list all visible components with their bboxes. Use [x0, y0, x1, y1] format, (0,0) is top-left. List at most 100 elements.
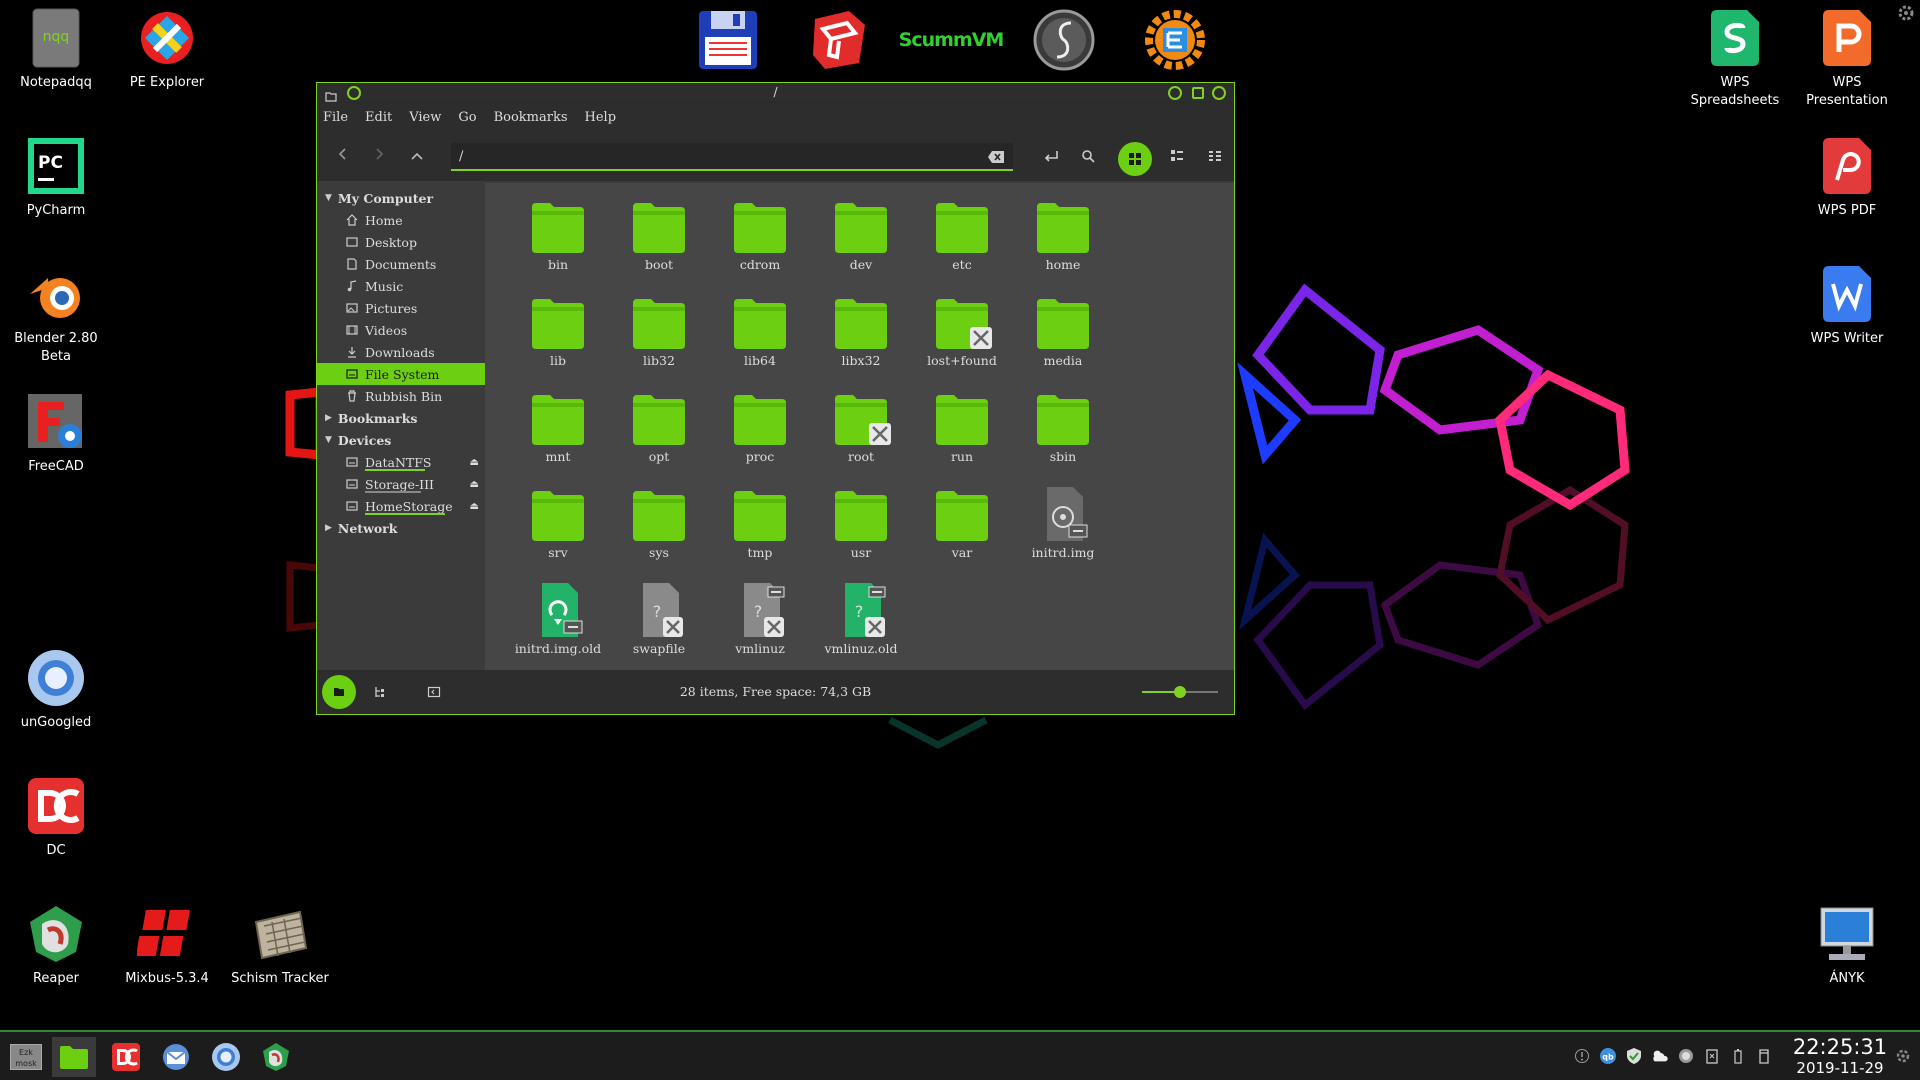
file-item[interactable]: opt — [604, 383, 714, 475]
tray-shield-icon[interactable] — [1625, 1047, 1643, 1065]
file-item[interactable]: media — [1008, 287, 1118, 379]
file-item[interactable]: ? vmlinuz — [705, 575, 815, 667]
sidebar-item-desktop[interactable]: Desktop — [317, 231, 485, 253]
desktop-icon-freecad[interactable]: FreeCAD — [0, 392, 112, 476]
close-button[interactable] — [1212, 86, 1226, 100]
dock-floppy-app[interactable] — [693, 5, 763, 75]
file-item[interactable]: sbin — [1008, 383, 1118, 475]
menu-help[interactable]: Help — [585, 110, 617, 125]
file-item[interactable]: var — [907, 479, 1017, 571]
desktop-icon-schism-tracker[interactable]: Schism Tracker — [224, 904, 336, 988]
sidebar-item-music[interactable]: Music — [317, 275, 485, 297]
file-item[interactable]: boot — [604, 191, 714, 283]
zoom-slider-handle[interactable] — [1174, 686, 1186, 698]
eject-icon[interactable]: ⏏ — [470, 457, 479, 468]
desktop-icon-anyk[interactable]: ÁNYK — [1791, 904, 1903, 988]
file-item[interactable]: initrd.img.old — [503, 575, 613, 667]
taskbar-app-double-commander[interactable] — [104, 1037, 148, 1077]
file-item[interactable]: lib — [503, 287, 613, 379]
sidebar-item-home[interactable]: Home — [317, 209, 485, 231]
file-item[interactable]: run — [907, 383, 1017, 475]
taskbar-settings-button[interactable] — [1894, 1047, 1912, 1065]
desktop-icon-mixbus[interactable]: Mixbus-5.3.4 — [111, 904, 223, 988]
sidebar-item-rubbish-bin[interactable]: Rubbish Bin — [317, 385, 485, 407]
file-item[interactable]: dev — [806, 191, 916, 283]
maximize-button[interactable] — [1192, 87, 1204, 99]
window-titlebar[interactable]: / — [317, 83, 1234, 103]
file-item[interactable]: root — [806, 383, 916, 475]
desktop-icon-blender[interactable]: Blender 2.80 Beta — [0, 264, 112, 366]
file-item[interactable]: cdrom — [705, 191, 815, 283]
sidebar-section-my-computer[interactable]: ▼ My Computer — [317, 187, 485, 209]
menu-bookmarks[interactable]: Bookmarks — [494, 110, 568, 125]
taskbar-app-reaper[interactable] — [254, 1037, 298, 1077]
file-item[interactable]: home — [1008, 191, 1118, 283]
file-item[interactable]: proc — [705, 383, 815, 475]
desktop-icon-wps-presentation[interactable]: WPS Presentation — [1791, 8, 1903, 110]
tray-network-icon[interactable] — [1677, 1047, 1695, 1065]
menu-edit[interactable]: Edit — [365, 110, 392, 125]
dock-scummvm-app[interactable]: ScummVM — [899, 5, 1005, 75]
sidebar-device-datantfs[interactable]: DataNTFS ⏏ — [317, 451, 485, 473]
file-item[interactable]: sys — [604, 479, 714, 571]
tray-info-icon[interactable] — [1573, 1047, 1591, 1065]
file-item[interactable]: ? swapfile — [604, 575, 714, 667]
sidebar-device-homestorage[interactable]: HomeStorage ⏏ — [317, 495, 485, 517]
sidebar-section-bookmarks[interactable]: ▶ Bookmarks — [317, 407, 485, 429]
file-item[interactable]: tmp — [705, 479, 815, 571]
sidebar-item-downloads[interactable]: Downloads — [317, 341, 485, 363]
compact-view-button[interactable] — [1204, 145, 1226, 167]
show-desktop-button[interactable]: Ezk mosk — [4, 1037, 48, 1077]
file-item[interactable]: lib64 — [705, 287, 815, 379]
desktop-icon-dc[interactable]: DC — [0, 776, 112, 860]
eject-icon[interactable]: ⏏ — [470, 479, 479, 490]
sidebar-item-pictures[interactable]: Pictures — [317, 297, 485, 319]
toggle-location-button[interactable] — [1040, 145, 1062, 167]
menu-file[interactable]: File — [323, 110, 348, 125]
file-item[interactable]: bin — [503, 191, 613, 283]
tray-clipboard-icon[interactable] — [1703, 1047, 1721, 1065]
taskbar-app-ungoogled[interactable] — [204, 1037, 248, 1077]
desktop-icon-wps-pdf[interactable]: WPS PDF — [1791, 136, 1903, 220]
minimize-button[interactable] — [1168, 86, 1182, 100]
sidebar-section-devices[interactable]: ▼ Devices — [317, 429, 485, 451]
taskbar-app-mail[interactable] — [154, 1037, 198, 1077]
file-item[interactable]: initrd.img — [1008, 479, 1118, 571]
sidebar-device-storage-iii[interactable]: Storage-III ⏏ — [317, 473, 485, 495]
desktop-icon-reaper[interactable]: Reaper — [0, 904, 112, 988]
file-item[interactable]: lib32 — [604, 287, 714, 379]
dock-script-app[interactable] — [1029, 5, 1099, 75]
tray-qbittorrent-icon[interactable]: qb — [1599, 1047, 1617, 1065]
file-item[interactable]: libx32 — [806, 287, 916, 379]
file-item[interactable]: lost+found — [907, 287, 1017, 379]
desktop-icon-notepadqq[interactable]: nqq Notepadqq — [0, 8, 112, 92]
file-item[interactable]: usr — [806, 479, 916, 571]
tray-storage-icon[interactable] — [1755, 1047, 1773, 1065]
file-item[interactable]: srv — [503, 479, 613, 571]
forward-button[interactable] — [369, 145, 391, 167]
desktop-icon-wps-spreadsheets[interactable]: WPS Spreadsheets — [1679, 8, 1791, 110]
desktop-settings-button[interactable] — [1897, 4, 1917, 24]
menu-go[interactable]: Go — [458, 110, 476, 125]
sidebar-section-network[interactable]: ▶ Network — [317, 517, 485, 539]
zoom-slider[interactable] — [1142, 686, 1218, 698]
desktop-icon-pe-explorer[interactable]: PE Explorer — [111, 8, 223, 92]
tray-battery-icon[interactable] — [1729, 1047, 1747, 1065]
file-item[interactable]: etc — [907, 191, 1017, 283]
menu-view[interactable]: View — [409, 110, 441, 125]
taskbar-app-file-manager[interactable] — [52, 1037, 96, 1077]
location-input[interactable] — [451, 143, 1013, 169]
clock[interactable]: 22:25:31 2019-11-29 — [1785, 1035, 1895, 1077]
clear-location-button[interactable] — [987, 149, 1005, 168]
desktop-icon-pycharm[interactable]: PC PyCharm — [0, 136, 112, 220]
sidebar-item-videos[interactable]: Videos — [317, 319, 485, 341]
eject-icon[interactable]: ⏏ — [470, 501, 479, 512]
sidebar-item-documents[interactable]: Documents — [317, 253, 485, 275]
file-item[interactable]: mnt — [503, 383, 613, 475]
back-button[interactable] — [331, 145, 353, 167]
dock-gear-app[interactable] — [1140, 5, 1210, 75]
up-button[interactable] — [406, 145, 428, 167]
icon-view-button[interactable] — [1118, 142, 1152, 176]
list-view-button[interactable] — [1166, 145, 1188, 167]
dock-sketchup-app[interactable] — [805, 5, 875, 75]
